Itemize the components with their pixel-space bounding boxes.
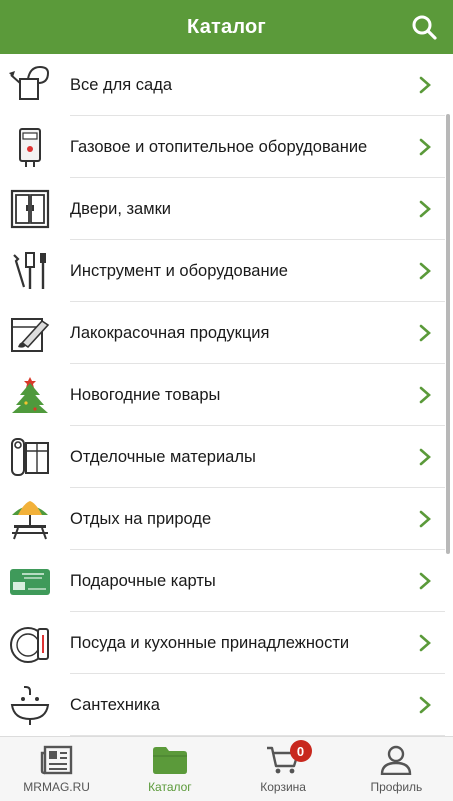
category-label: Инструмент и оборудование	[70, 261, 288, 280]
wallpaper-roll-icon	[8, 435, 52, 479]
sink-icon	[8, 683, 52, 727]
category-row-garden[interactable]: Все для сада	[0, 54, 453, 116]
chevron-right-icon	[419, 262, 431, 280]
category-label: Отдых на природе	[70, 509, 212, 528]
category-list: Все для сада Газовое и отопительное обор…	[0, 54, 453, 736]
chevron-right-icon	[419, 510, 431, 528]
chevron-right-icon	[419, 448, 431, 466]
category-label: Посуда и кухонные принадлежности	[70, 633, 350, 652]
tab-cart[interactable]: 0 Корзина	[227, 737, 340, 801]
tab-mrmag[interactable]: MRMAG.RU	[0, 737, 113, 801]
category-row-new-year[interactable]: Новогодние товары	[0, 364, 453, 426]
door-icon	[8, 187, 52, 231]
person-icon	[378, 744, 414, 776]
category-label: Лакокрасочная продукция	[70, 323, 270, 342]
category-label: Все для сада	[70, 75, 173, 94]
gift-card-icon	[8, 559, 52, 603]
tab-label: Корзина	[260, 780, 306, 794]
picnic-table-icon	[8, 497, 52, 541]
chevron-right-icon	[419, 138, 431, 156]
tab-label: Профиль	[370, 780, 423, 794]
chevron-right-icon	[419, 386, 431, 404]
category-label: Новогодние товары	[70, 385, 221, 404]
chevron-right-icon	[419, 572, 431, 590]
tools-icon	[8, 249, 52, 293]
page-title: Каталог	[187, 15, 266, 38]
category-label: Сантехника	[70, 695, 160, 714]
search-icon[interactable]	[411, 14, 437, 40]
category-label: Двери, замки	[70, 199, 172, 218]
category-row-gift-cards[interactable]: Подарочные карты	[0, 550, 453, 612]
paint-brush-icon	[8, 311, 52, 355]
newspaper-icon	[39, 744, 75, 776]
tab-label: Каталог	[148, 780, 192, 794]
category-row-gas-heating[interactable]: Газовое и отопительное оборудование	[0, 116, 453, 178]
tab-label: MRMAG.RU	[23, 780, 90, 794]
chevron-right-icon	[419, 76, 431, 94]
category-row-finishing[interactable]: Отделочные материалы	[0, 426, 453, 488]
folder-icon	[152, 744, 188, 776]
category-row-outdoor[interactable]: Отдых на природе	[0, 488, 453, 550]
header-bar: Каталог	[0, 0, 453, 54]
chevron-right-icon	[419, 200, 431, 218]
chevron-right-icon	[419, 324, 431, 342]
category-label: Газовое и отопительное оборудование	[70, 137, 368, 156]
christmas-tree-icon	[8, 373, 52, 417]
tab-profile[interactable]: Профиль	[340, 737, 453, 801]
category-row-paint[interactable]: Лакокрасочная продукция	[0, 302, 453, 364]
watering-can-icon	[8, 63, 52, 107]
category-row-doors[interactable]: Двери, замки	[0, 178, 453, 240]
tab-bar: MRMAG.RU Каталог 0 Корзина Профиль	[0, 736, 453, 801]
tab-catalog[interactable]: Каталог	[113, 737, 226, 801]
boiler-icon	[8, 125, 52, 169]
chevron-right-icon	[419, 634, 431, 652]
category-label: Отделочные материалы	[70, 447, 256, 466]
category-row-plumbing[interactable]: Сантехника	[0, 674, 453, 736]
chevron-right-icon	[419, 696, 431, 714]
kitchenware-icon	[8, 621, 52, 665]
category-label: Подарочные карты	[70, 571, 216, 590]
cart-count-badge: 0	[289, 740, 312, 762]
category-row-kitchenware[interactable]: Посуда и кухонные принадлежности	[0, 612, 453, 674]
scrollbar[interactable]	[446, 114, 450, 554]
category-row-tools[interactable]: Инструмент и оборудование	[0, 240, 453, 302]
